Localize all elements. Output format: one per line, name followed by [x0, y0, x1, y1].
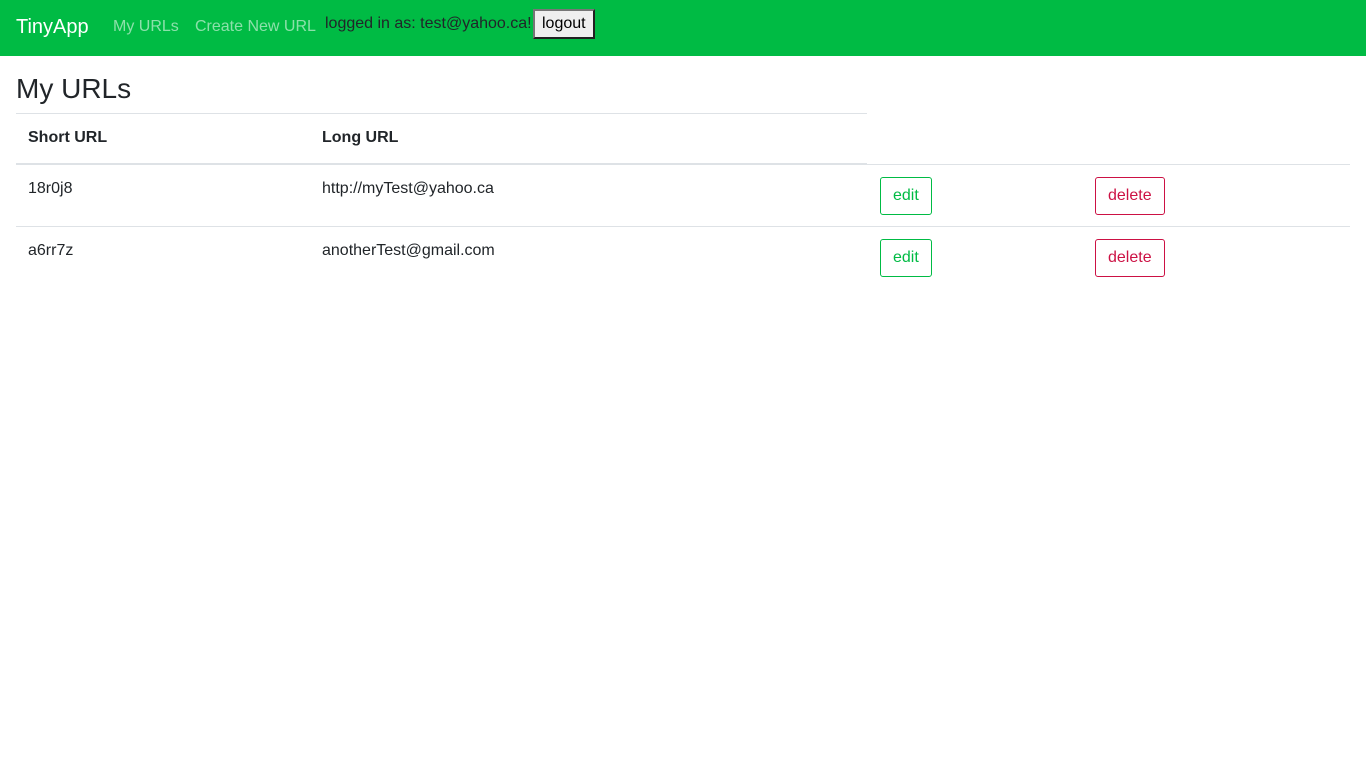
short-url-cell: a6rr7z: [28, 242, 74, 259]
long-url-cell: http://myTest@yahoo.ca: [322, 180, 494, 197]
urls-table: Short URL Long URL 18r0j8 http://myTest@…: [16, 113, 1350, 289]
logout-button[interactable]: logout: [533, 9, 595, 39]
table-header-row: Short URL Long URL: [16, 113, 867, 165]
brand-link[interactable]: TinyApp: [16, 15, 89, 39]
edit-button[interactable]: edit: [880, 177, 932, 215]
table-row: 18r0j8 http://myTest@yahoo.ca edit delet…: [16, 164, 1350, 227]
short-url-cell: 18r0j8: [28, 180, 73, 197]
delete-button[interactable]: delete: [1095, 239, 1165, 277]
edit-button[interactable]: edit: [880, 239, 932, 277]
long-url-cell: anotherTest@gmail.com: [322, 242, 495, 259]
navbar: TinyApp My URLs Create New URL logged in…: [0, 0, 1366, 56]
delete-button[interactable]: delete: [1095, 177, 1165, 215]
page-title: My URLs: [16, 73, 132, 104]
column-header-short-url: Short URL: [28, 129, 108, 146]
nav-link-create-new-url[interactable]: Create New URL: [195, 17, 316, 37]
logged-in-status: logged in as: test@yahoo.ca!: [325, 15, 532, 32]
table-row: a6rr7z anotherTest@gmail.com edit delete: [16, 226, 1350, 289]
nav-link-my-urls[interactable]: My URLs: [113, 17, 179, 37]
column-header-long-url: Long URL: [322, 129, 399, 146]
